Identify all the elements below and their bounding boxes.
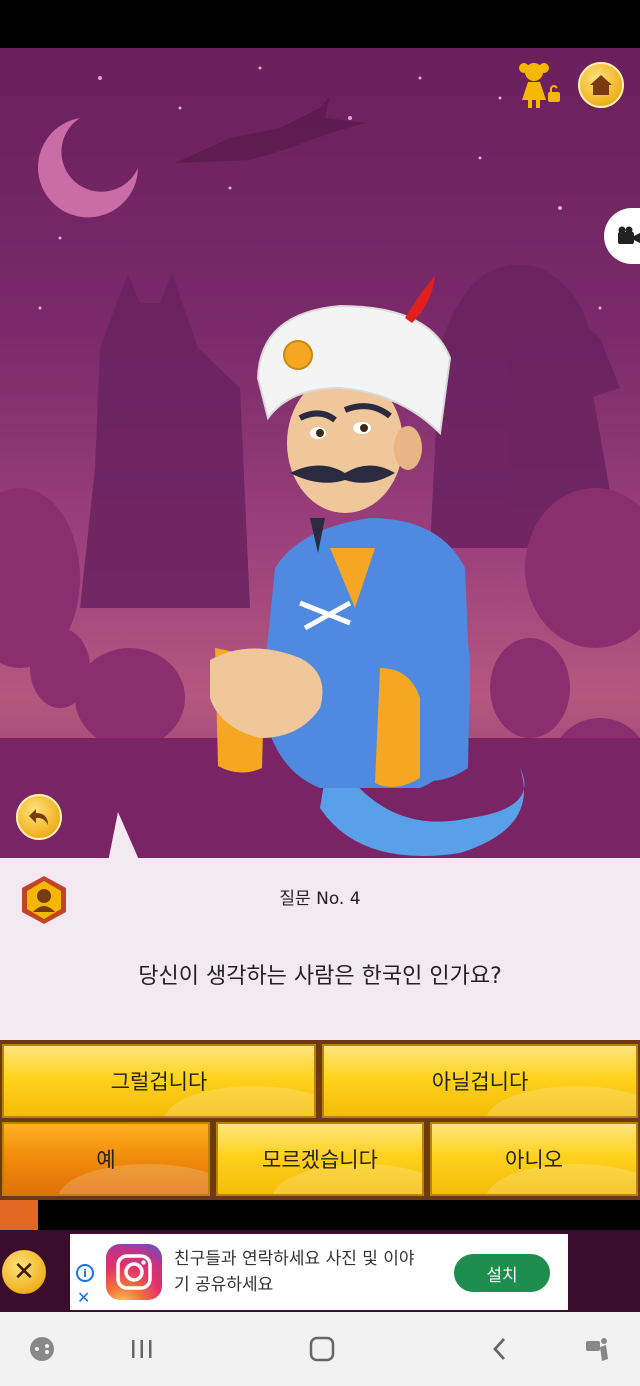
girl-lock-icon bbox=[519, 63, 560, 108]
close-ad-button[interactable]: ✕ bbox=[2, 1250, 46, 1294]
ad-info-icon[interactable]: i bbox=[76, 1264, 94, 1282]
answer-probably-label: 그럴겁니다 bbox=[110, 1070, 208, 1094]
scene-illustration bbox=[0, 66, 640, 858]
home-icon bbox=[590, 75, 612, 95]
answer-yes-button[interactable]: 예 bbox=[2, 1122, 210, 1196]
moon bbox=[38, 118, 138, 218]
answer-probably-button[interactable]: 그럴겁니다 bbox=[2, 1044, 316, 1118]
answer-yes-label: 예 bbox=[96, 1148, 116, 1172]
back-button[interactable] bbox=[470, 1312, 530, 1386]
progress-bar bbox=[0, 1200, 640, 1230]
answer-probably-not-button[interactable]: 아닐겁니다 bbox=[322, 1044, 638, 1118]
ad-dismiss-icon[interactable]: ✕ bbox=[77, 1288, 90, 1307]
recent-apps-icon bbox=[132, 1340, 152, 1358]
game-scene bbox=[0, 48, 640, 858]
answer-dont-know-button[interactable]: 모르겠습니다 bbox=[216, 1122, 424, 1196]
ad-text: 친구들과 연락하세요 사진 및 이야기 공유하세요 bbox=[174, 1249, 415, 1295]
profile-button[interactable] bbox=[512, 58, 564, 110]
system-nav-bar bbox=[0, 1312, 640, 1386]
close-icon: ✕ bbox=[13, 1257, 35, 1287]
home-button[interactable] bbox=[578, 62, 624, 108]
recent-apps-button[interactable] bbox=[112, 1312, 172, 1386]
question-text: 당신이 생각하는 사람은 한국인 인가요? bbox=[138, 964, 502, 989]
undo-icon bbox=[29, 809, 48, 825]
answer-no-button[interactable]: 아니오 bbox=[430, 1122, 638, 1196]
home-icon bbox=[309, 1336, 335, 1362]
ad-card[interactable]: i ✕ 친구들과 연락하세요 사진 및 이야기 공유하세요 설치 bbox=[70, 1234, 568, 1310]
answer-grid: 그럴겁니다 아닐겁니다 예 모르겠습니다 아니오 bbox=[0, 1040, 640, 1200]
question-number: 질문 No. 4 bbox=[279, 889, 361, 909]
accessibility-button[interactable] bbox=[568, 1312, 628, 1386]
instagram-logo-icon bbox=[106, 1244, 162, 1300]
system-home-button[interactable] bbox=[292, 1312, 352, 1386]
speech-bubble-tail bbox=[108, 812, 140, 862]
install-button[interactable]: 설치 bbox=[454, 1254, 550, 1292]
video-camera-icon bbox=[618, 226, 640, 244]
game-launcher-button[interactable] bbox=[12, 1312, 72, 1386]
answer-dont-know-label: 모르겠습니다 bbox=[262, 1148, 378, 1172]
undo-button[interactable] bbox=[16, 794, 62, 840]
answer-probably-not-label: 아닐겁니다 bbox=[431, 1070, 529, 1094]
back-icon bbox=[493, 1338, 506, 1360]
flying-silhouette bbox=[175, 96, 365, 163]
game-launcher-icon bbox=[30, 1337, 54, 1361]
progress-bar-fill bbox=[0, 1200, 39, 1230]
accessibility-icon bbox=[586, 1338, 608, 1361]
status-bar bbox=[0, 0, 640, 48]
answer-no-label: 아니오 bbox=[505, 1148, 563, 1172]
